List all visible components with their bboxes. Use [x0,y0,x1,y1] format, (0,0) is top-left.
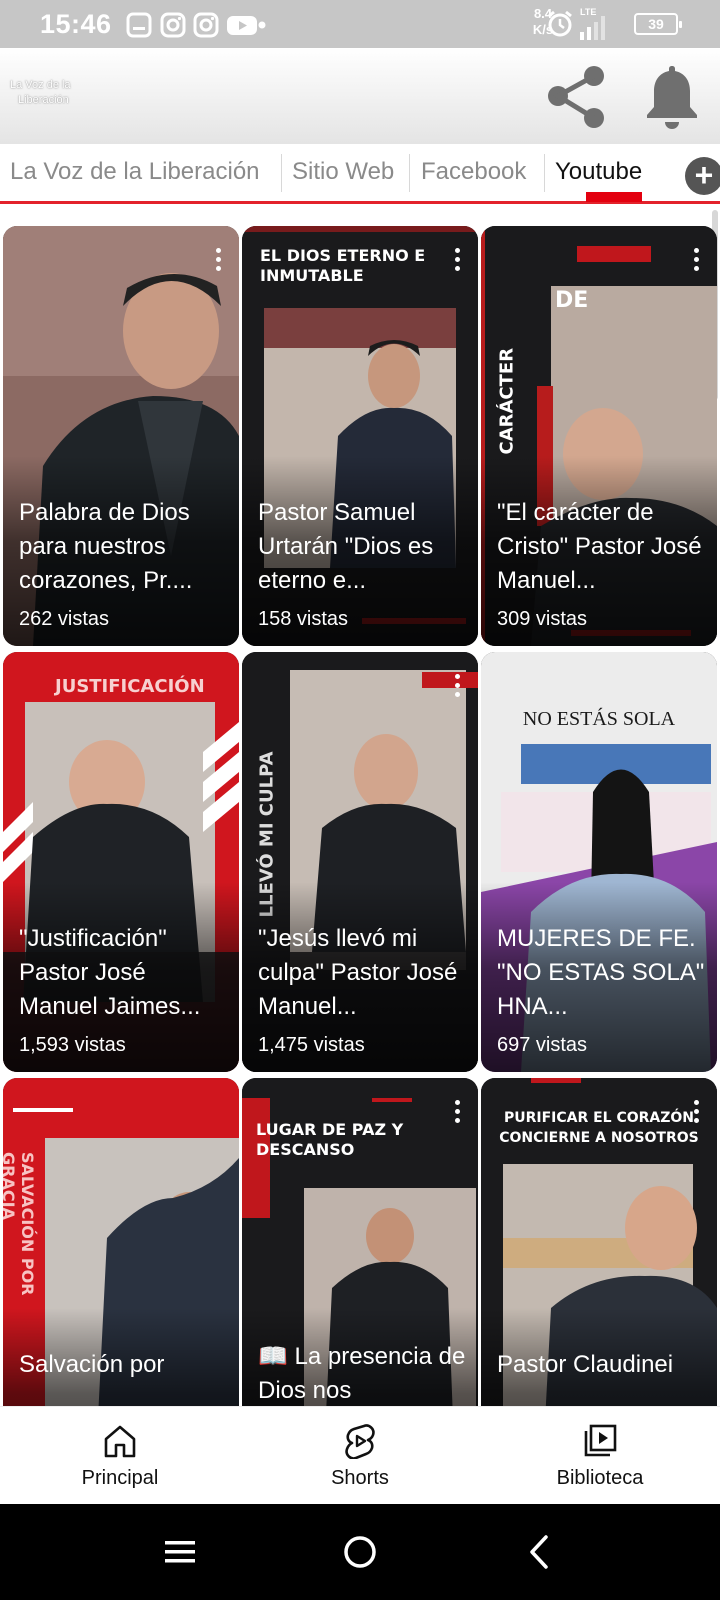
video-card[interactable]: JUSTIFICACIÓN "Justificación" Pastor Jos… [3,652,239,1072]
video-views: 1,593 vistas [19,1034,126,1056]
video-card[interactable]: DE CARÁCTER "El carácter de Cristo" Past… [481,226,717,646]
more-options-icon[interactable] [213,248,223,274]
home-circle-icon[interactable] [340,1532,380,1572]
alarm-icon [548,10,572,37]
video-title: 📖 La presencia de Dios nos [258,1343,466,1404]
more-options-icon[interactable] [452,674,462,700]
thumbnail-caption: EL DIOS ETERNO E INMUTABLE [260,246,426,285]
share-icon [548,66,604,128]
tab-youtube[interactable]: Youtube [555,158,642,186]
signal-icon [580,16,605,40]
notification-icon [126,12,152,38]
more-options-icon[interactable] [691,248,701,274]
more-options-icon[interactable] [691,1100,701,1126]
app-logo[interactable]: La Voz de la Liberación [10,78,100,108]
video-card[interactable]: SALVACIÓN POR GRACIA Salvación por [3,1078,239,1406]
video-card[interactable]: LLEVÓ MI CULPA "Jesús llevó mi culpa" Pa… [242,652,478,1072]
video-title: MUJERES DE FE. "NO ESTAS SOLA" HNA... [497,925,705,1020]
instagram-icon [193,12,219,38]
more-options-icon[interactable] [452,248,462,274]
video-card[interactable]: PURIFICAR EL CORAZÓN CONCIERNE A NOSOTRO… [481,1078,717,1406]
video-views: 697 vistas [497,1034,588,1056]
tab-facebook[interactable]: Facebook [421,158,526,186]
video-views: 1,475 vistas [258,1034,365,1056]
status-time: 15:46 [40,9,112,39]
tab-sitio-web[interactable]: Sitio Web [292,158,394,186]
video-views: 309 vistas [497,608,588,630]
nav-label: Biblioteca [556,1467,644,1489]
nav-principal[interactable]: Principal [40,1407,200,1505]
tab-divider [409,154,410,192]
video-title: Pastor Samuel Urtarán "Dios es eterno e.… [258,499,434,594]
youtube-icon [227,16,257,35]
tab-divider [281,154,282,192]
video-title: Salvación por [19,1351,165,1378]
thumbnail-caption: PURIFICAR EL CORAZÓN CONCIERNE A NOSOTRO… [499,1110,699,1146]
instagram-icon [160,12,186,38]
notifications-button[interactable] [634,60,710,132]
battery-indicator: 39 [634,13,682,35]
video-views: 262 vistas [19,608,110,630]
video-grid: Palabra de Dios para nuestros corazones,… [0,226,720,1406]
video-card[interactable]: LUGAR DE PAZ Y DESCANSO 📖 La presencia d… [242,1078,478,1406]
system-navigation-bar [0,1504,720,1600]
thumbnail-caption: JUSTIFICACIÓN [55,676,205,697]
thumbnail-caption: LUGAR DE PAZ Y DESCANSO [256,1120,404,1159]
add-tab-button[interactable]: + [685,157,720,195]
nav-label: Shorts [331,1467,389,1489]
active-tab-indicator [586,192,642,202]
bottom-navigation: Principal Shorts Biblioteca [0,1406,720,1504]
share-button[interactable] [540,60,616,132]
nav-shorts[interactable]: Shorts [280,1407,440,1505]
thumbnail-caption-de: DE [555,288,589,313]
back-icon[interactable] [520,1532,560,1572]
home-icon [104,1425,136,1458]
video-title: "Jesús llevó mi culpa" Pastor José Manue… [258,925,458,1020]
dot-icon [258,21,266,29]
nav-biblioteca[interactable]: Biblioteca [520,1407,680,1505]
video-views: 158 vistas [258,608,349,630]
video-title: "El carácter de Cristo" Pastor José Manu… [497,499,702,594]
shorts-icon [345,1424,375,1459]
channel-tabs: La Voz de la Liberación Sitio Web Facebo… [0,144,720,204]
video-title: Palabra de Dios para nuestros corazones,… [19,499,193,594]
more-options-icon[interactable] [452,1100,462,1126]
video-title: Pastor Claudinei [497,1351,674,1378]
bell-icon [647,66,697,129]
video-title: "Justificación" Pastor José Manuel Jaime… [19,925,201,1020]
app-header: La Voz de la Liberación [0,48,720,144]
logo-line-2: Liberación [18,94,69,106]
thumbnail-caption: CARÁCTER [496,347,518,455]
video-card[interactable]: NO ESTÁS SOLA MUJERES DE FE. "NO ESTAS S… [481,652,717,1072]
menu-icon[interactable] [160,1532,200,1572]
thumbnail-caption: NO ESTÁS SOLA [522,708,676,730]
nav-label: Principal [81,1467,159,1489]
status-bar: 15:46 8.4 K/s LTE 39 [0,0,720,48]
library-icon [584,1424,617,1457]
logo-line-1: La Voz de la [10,79,71,91]
video-card[interactable]: EL DIOS ETERNO E INMUTABLE Pastor Samuel… [242,226,478,646]
tab-divider [544,154,545,192]
tab-la-voz[interactable]: La Voz de la Liberación [10,158,260,186]
video-card[interactable]: Palabra de Dios para nuestros corazones,… [3,226,239,646]
